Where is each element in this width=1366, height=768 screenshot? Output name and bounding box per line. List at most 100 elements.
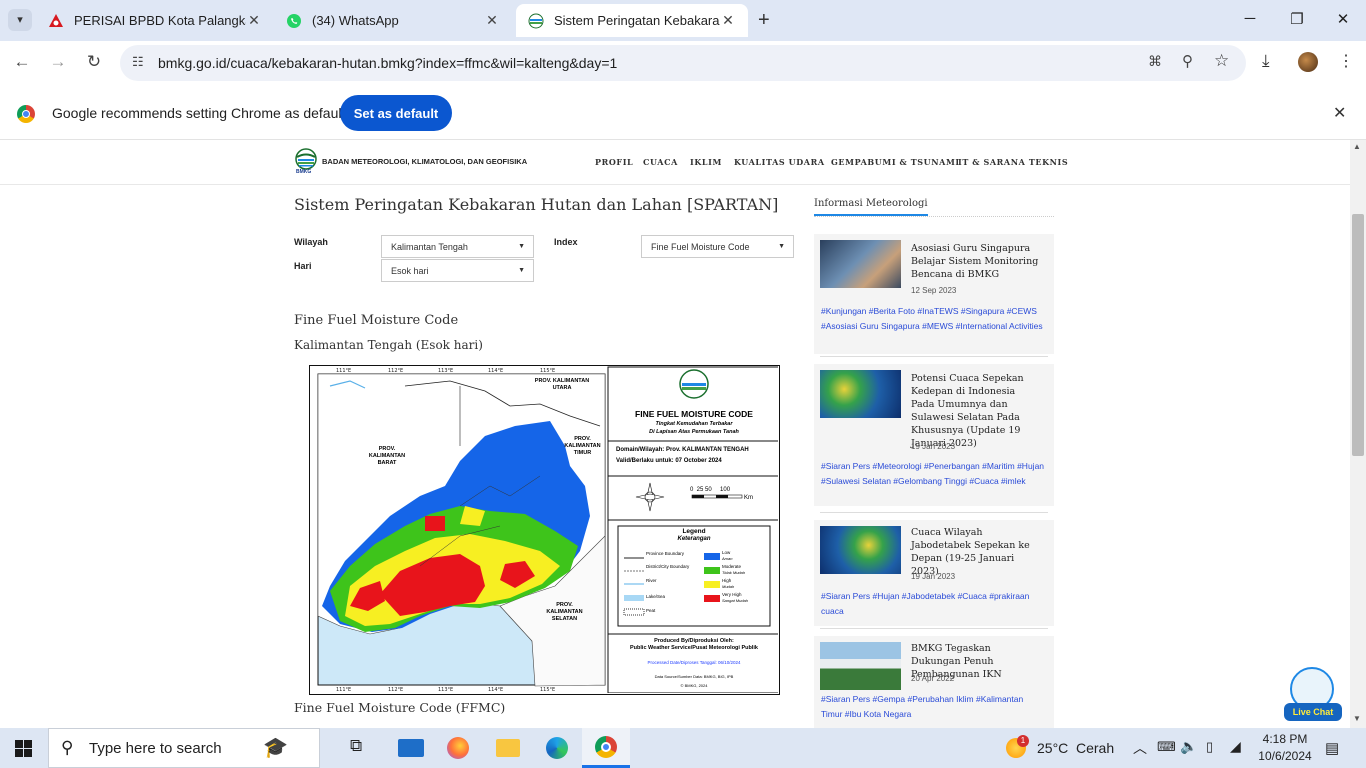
menu-dots-icon[interactable]: ⋮ (1338, 51, 1354, 71)
wifi-icon[interactable]: ◢ (1230, 738, 1241, 755)
legend-swatch-low (704, 553, 720, 560)
tab-search-button[interactable]: ▾ (8, 9, 32, 31)
tab-bpbd[interactable]: PERISAI BPBD Kota Palangka Ra ✕ (36, 4, 274, 37)
new-tab-icon[interactable]: + (758, 9, 770, 32)
news-title[interactable]: Cuaca Wilayah Jabodetabek Sepekan ke Dep… (911, 526, 1041, 578)
nav-kualitas-udara[interactable]: KUALITAS UDARA (734, 157, 825, 167)
close-tab-icon[interactable]: ✕ (720, 12, 736, 29)
volume-icon[interactable]: 🔈 (1180, 738, 1197, 755)
windows-start-icon[interactable] (15, 740, 32, 757)
news-item[interactable]: Asosiasi Guru Singapura Belajar Sistem M… (814, 234, 1054, 354)
tab-spartan[interactable]: Sistem Peringatan Kebakaran H ✕ (516, 4, 748, 37)
nav-cuaca[interactable]: CUACA (643, 157, 678, 167)
scroll-down-icon[interactable]: ▼ (1353, 714, 1361, 723)
legend-line-river: River (646, 578, 657, 583)
hari-value: Esok hari (391, 265, 429, 276)
chrome-taskbar-button[interactable] (582, 728, 630, 768)
hari-select[interactable]: Esok hari ▼ (381, 259, 534, 282)
news-tags[interactable]: #Siaran Pers #Hujan #Jabodetabek #Cuaca … (821, 589, 1046, 619)
live-chat-button[interactable]: Live Chat (1284, 667, 1342, 723)
forward-icon[interactable]: → (47, 52, 69, 72)
legend-line-province: Province Boundary (646, 551, 685, 556)
restore-icon[interactable]: ❐ (1287, 10, 1307, 28)
url-text: bmkg.go.id/cuaca/kebakaran-hutan.bmkg?in… (158, 55, 618, 71)
tab-title: Sistem Peringatan Kebakaran H (554, 13, 720, 28)
news-tags[interactable]: #Siaran Pers #Meteorologi #Penerbangan #… (821, 459, 1046, 489)
task-view-icon[interactable]: ⧉ (350, 736, 376, 760)
hari-label: Hari (294, 261, 312, 271)
minimize-icon[interactable]: ─ (1240, 10, 1260, 27)
map-valid: Valid/Berlaku untuk: 07 October 2024 (616, 458, 722, 464)
ffmc-map[interactable]: 111°E 112°E 113°E 114°E 115°E 111°E 112°E 113°… (309, 365, 780, 695)
back-icon[interactable]: ← (11, 52, 33, 72)
legend-swatch-moderate (704, 567, 720, 574)
scroll-up-icon[interactable]: ▲ (1353, 142, 1361, 151)
reload-icon[interactable]: ↻ (83, 52, 105, 72)
scrollbar-thumb[interactable] (1352, 214, 1364, 456)
address-bar[interactable]: ☷ bmkg.go.id/cuaca/kebakaran-hutan.bmkg?… (120, 45, 1246, 81)
news-thumbnail[interactable] (820, 240, 901, 288)
clock-date[interactable]: 10/6/2024 (1256, 749, 1314, 763)
news-item[interactable]: Cuaca Wilayah Jabodetabek Sepekan ke Dep… (814, 520, 1054, 626)
translate-icon[interactable]: ⌘ (1148, 53, 1162, 70)
chrome-icon (595, 736, 617, 758)
news-thumbnail[interactable] (820, 526, 901, 574)
notification-center-icon[interactable]: ▤ (1325, 739, 1339, 757)
bmkg-logo[interactable]: BMKG (294, 148, 318, 176)
svg-text:113°E: 113°E (438, 687, 453, 693)
news-item[interactable]: BMKG Tegaskan Dukungan Penuh Pembangunan… (814, 636, 1054, 728)
news-tags[interactable]: #Siaran Pers #Gempa #Perubahan Iklim #Ka… (821, 692, 1046, 722)
close-tab-icon[interactable]: ✕ (246, 12, 262, 29)
close-tab-icon[interactable]: ✕ (484, 12, 500, 29)
taskbar-search-box[interactable]: ⚲ Type here to search 🎓 (48, 728, 320, 768)
battery-icon[interactable]: ▯ (1206, 739, 1213, 755)
windows-taskbar: ⚲ Type here to search 🎓 ⧉ 1 25°C Cerah ︿… (0, 728, 1366, 768)
firefox-icon[interactable] (447, 737, 469, 759)
site-info-icon[interactable]: ☷ (132, 54, 144, 70)
bookmark-star-icon[interactable]: ☆ (1214, 51, 1229, 71)
nav-profil[interactable]: PROFIL (595, 157, 633, 167)
keyboard-layout-icon[interactable]: ⌨ (1157, 739, 1176, 755)
news-thumbnail[interactable] (820, 642, 901, 690)
profile-avatar[interactable] (1298, 52, 1318, 72)
news-divider (820, 512, 1048, 513)
tab-whatsapp[interactable]: (34) WhatsApp ✕ (274, 4, 512, 37)
tab-title: (34) WhatsApp (312, 13, 399, 28)
legend-line-district: District/City Boundary (646, 564, 690, 569)
news-title[interactable]: Asosiasi Guru Singapura Belajar Sistem M… (911, 242, 1041, 281)
legend-line-peat: Peat (646, 608, 656, 613)
news-item[interactable]: Potensi Cuaca Sepekan Kedepan di Indones… (814, 364, 1054, 506)
map-produced-org: Public Weather Service/Pusat Meteorologi… (630, 645, 758, 651)
zoom-icon[interactable]: ⚲ (1182, 52, 1193, 70)
tray-chevron-icon[interactable]: ︿ (1133, 738, 1147, 758)
map-label-kalsel: PROV. KALIMANTAN SELATAN (546, 602, 583, 622)
set-as-default-button[interactable]: Set as default (340, 95, 452, 131)
weather-badge: 1 (1017, 735, 1029, 747)
file-explorer-icon[interactable] (496, 739, 520, 757)
news-thumbnail[interactable] (820, 370, 901, 418)
close-infobar-icon[interactable]: ✕ (1333, 103, 1346, 123)
legend-note-high: Mudah (722, 584, 735, 589)
index-select[interactable]: Fine Fuel Moisture Code ▼ (641, 235, 794, 258)
index-label: Index (554, 237, 578, 247)
nav-iklim[interactable]: IKLIM (690, 157, 722, 167)
legend-class-low: Low (722, 550, 731, 555)
map-scale-text: 0 25 50 100 (690, 487, 731, 493)
news-tags[interactable]: #Kunjungan #Berita Foto #InaTEWS #Singap… (821, 304, 1046, 334)
wilayah-select[interactable]: Kalimantan Tengah ▼ (381, 235, 534, 258)
nav-gempabumi[interactable]: GEMPABUMI & TSUNAMI (831, 157, 960, 167)
nav-it-sarana[interactable]: IT & SARANA TEKNIS (958, 157, 1068, 167)
wilayah-value: Kalimantan Tengah (391, 241, 468, 252)
download-icon[interactable]: ⤓ (1262, 51, 1270, 71)
weather-condition[interactable]: Cerah (1076, 740, 1114, 756)
legend-note-very-high: Sangat Mudah (722, 598, 749, 603)
close-window-icon[interactable]: ✕ (1333, 10, 1353, 28)
page-scrollbar[interactable]: ▲ ▼ (1350, 140, 1366, 728)
clock-time[interactable]: 4:18 PM (1256, 732, 1314, 746)
news-title[interactable]: Potensi Cuaca Sepekan Kedepan di Indones… (911, 372, 1041, 450)
edge-icon[interactable] (546, 737, 568, 759)
section-title: Fine Fuel Moisture Code (294, 313, 459, 328)
mail-icon[interactable] (398, 739, 424, 757)
weather-temperature[interactable]: 25°C (1037, 740, 1068, 756)
tab-title: PERISAI BPBD Kota Palangka Ra (74, 13, 246, 28)
